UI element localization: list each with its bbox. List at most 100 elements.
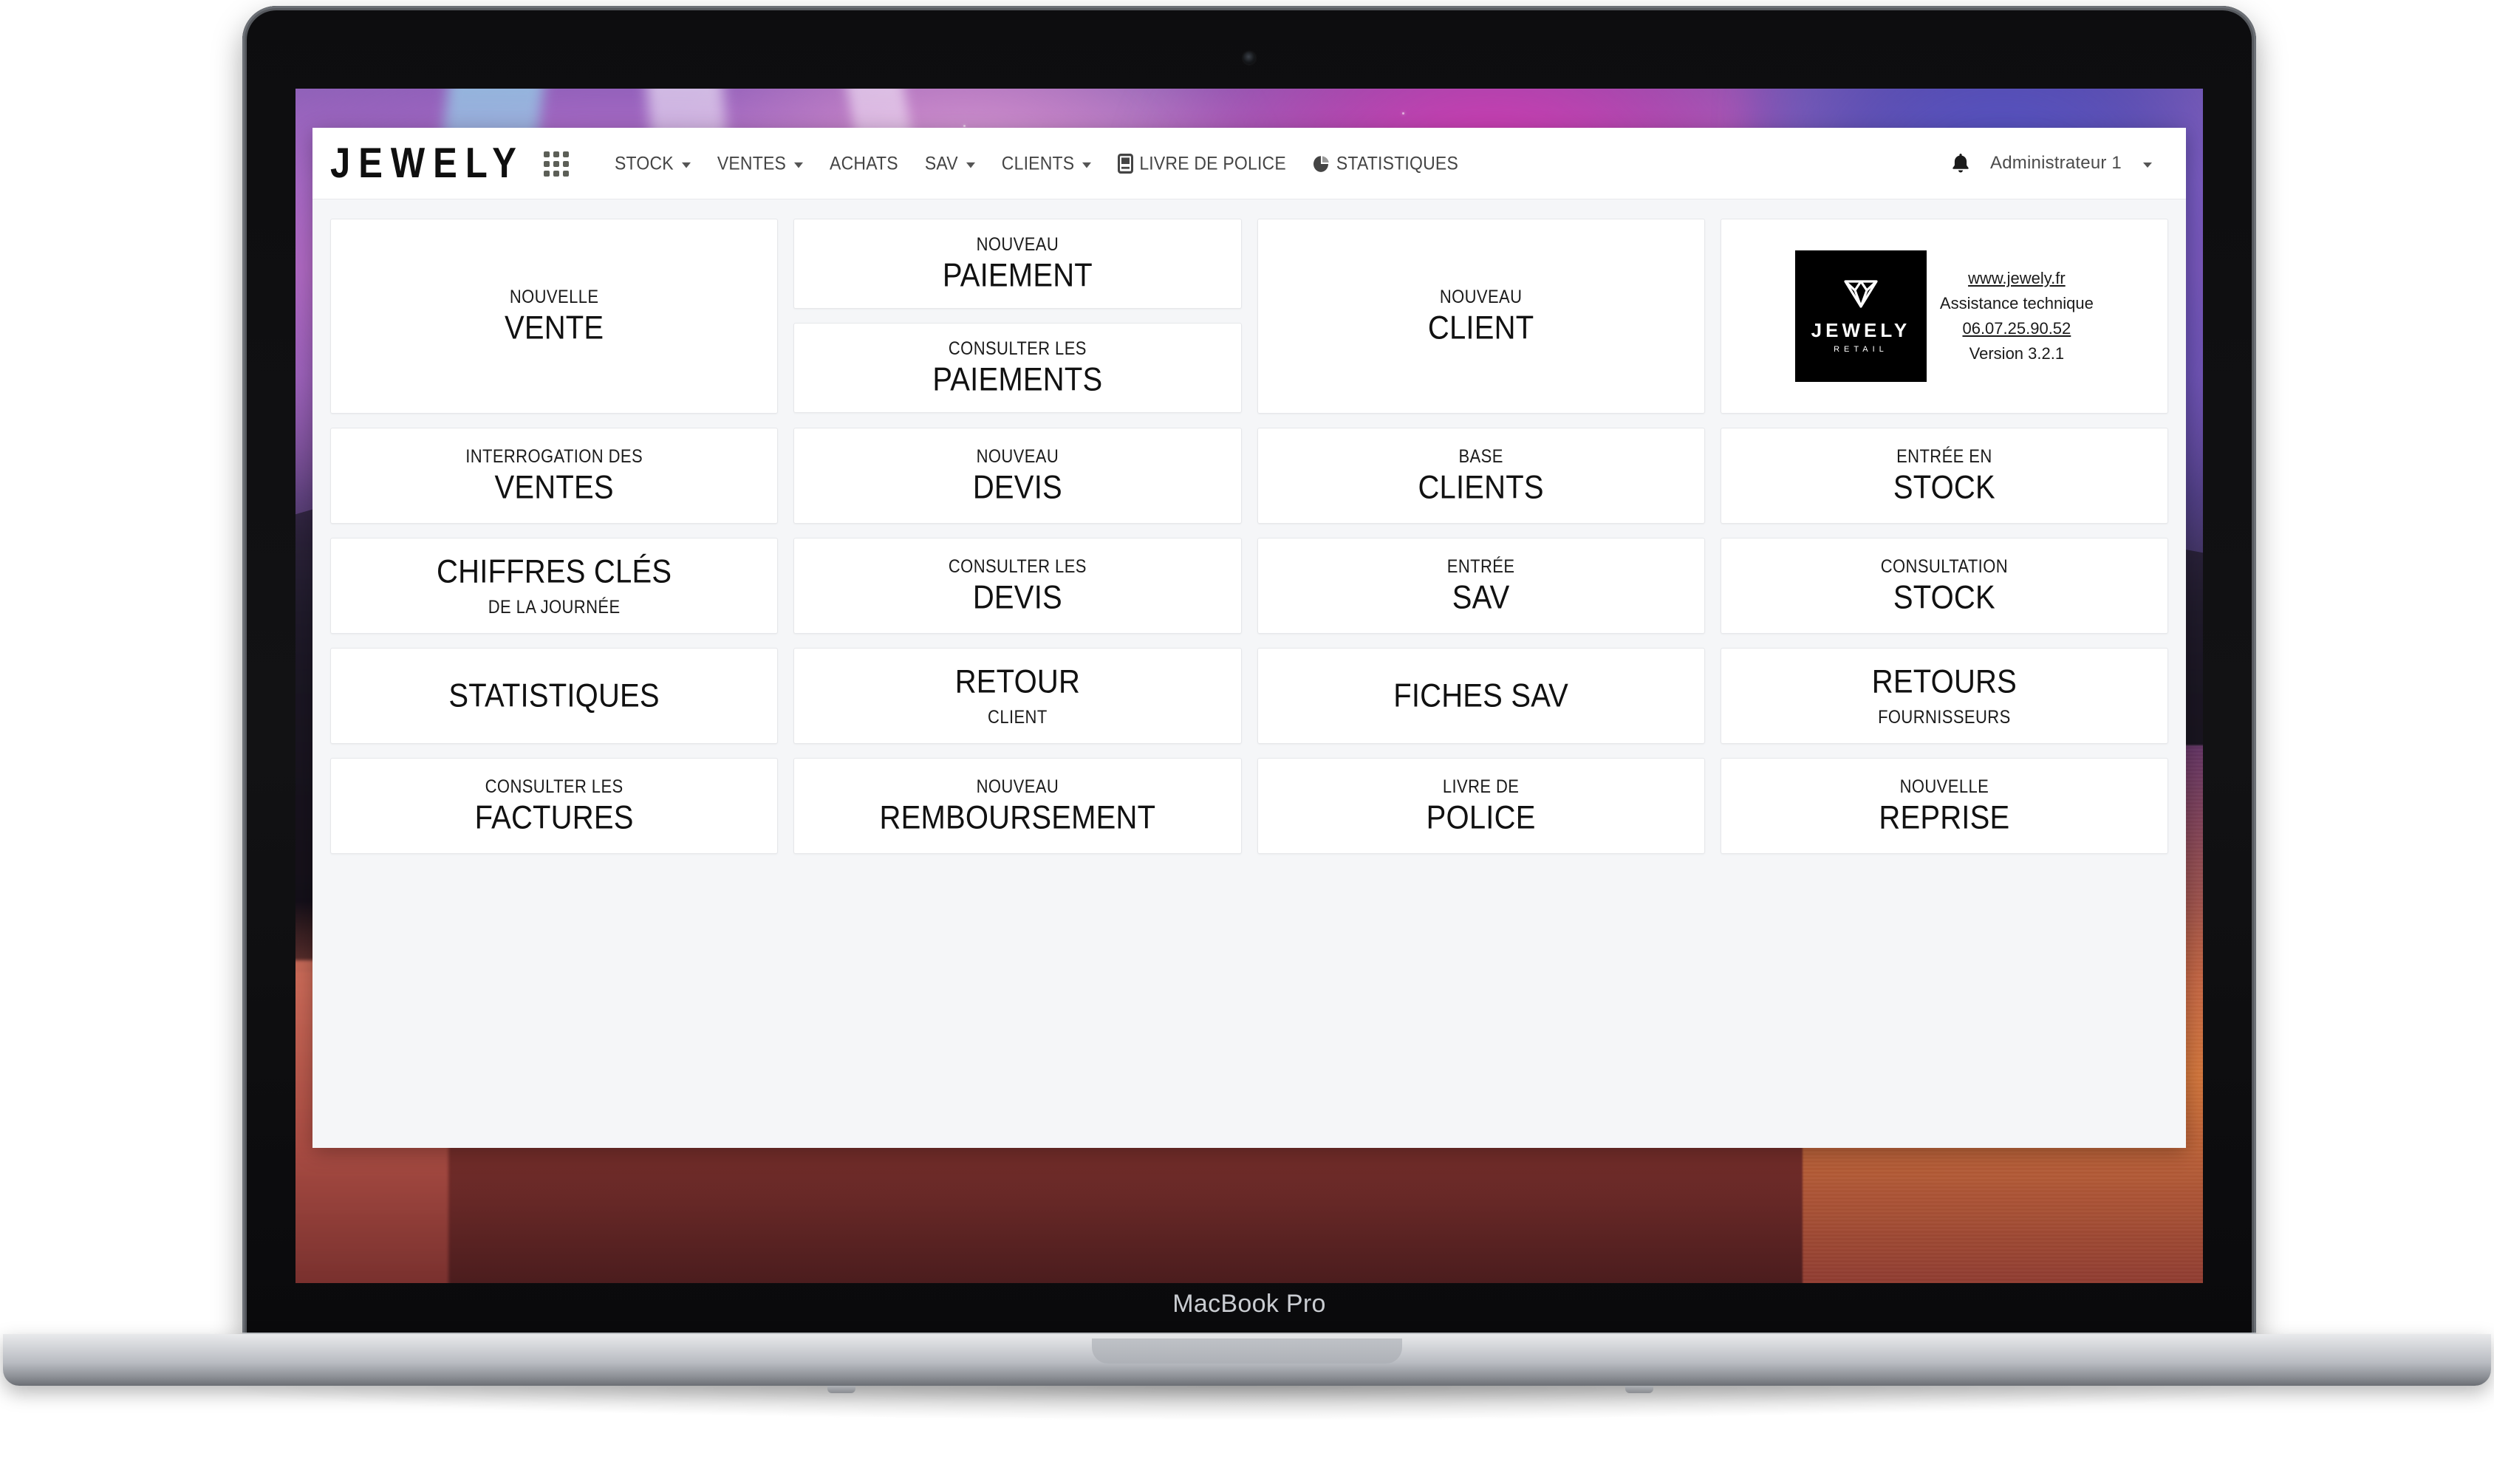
tile-livre-de-police[interactable]: LIVRE DE POLICE (1257, 758, 1705, 854)
tile-entree-sav[interactable]: ENTRÉE SAV (1257, 538, 1705, 634)
tile-title: DEVIS (972, 469, 1062, 506)
website-link[interactable]: www.jewely.fr (1940, 266, 2094, 291)
apps-grid-icon[interactable] (543, 151, 569, 177)
tile-consulter-paiements[interactable]: CONSULTER LES PAIEMENTS (793, 323, 1242, 413)
tile-subtitle: NOUVEAU (976, 233, 1059, 255)
tile-title: VENTE (504, 310, 604, 346)
tile-subtitle: ENTRÉE EN (1896, 445, 1992, 467)
tile-stack-paiements: NOUVEAU PAIEMENT CONSULTER LES PAIEMENTS (793, 219, 1242, 414)
app-navbar: JEWELY STOCK VENTES ACHATS SAV CLIENTS L… (312, 128, 2186, 199)
tile-nouvelle-reprise[interactable]: NOUVELLE REPRISE (1720, 758, 2168, 854)
tile-statistiques[interactable]: STATISTIQUES (330, 648, 779, 744)
tile-title: STOCK (1893, 579, 1995, 616)
tile-subtitle: INTERROGATION DES (465, 445, 643, 467)
tile-title: SAV (1452, 579, 1510, 616)
tile-consultation-stock[interactable]: CONSULTATION STOCK (1720, 538, 2168, 634)
jewely-retail-logo: JEWELY RETAIL (1794, 250, 1927, 382)
nav-item-ventes[interactable]: VENTES (704, 145, 816, 182)
tile-subtitle: CONSULTER LES (485, 776, 624, 797)
tile-title: RETOURS (1871, 663, 2017, 700)
tile-title: CLIENTS (1418, 469, 1544, 506)
tile-title: POLICE (1426, 799, 1536, 836)
tile-consulter-devis[interactable]: CONSULTER LES DEVIS (793, 538, 1242, 634)
nav-item-stock[interactable]: STOCK (601, 145, 704, 182)
tile-base-clients[interactable]: BASE CLIENTS (1257, 428, 1705, 524)
tile-title: RETOUR (954, 663, 1081, 700)
tile-subtitle: LIVRE DE (1442, 776, 1520, 797)
nav-item-achats[interactable]: ACHATS (816, 145, 912, 182)
laptop-screen: JEWELY STOCK VENTES ACHATS SAV CLIENTS L… (295, 89, 2203, 1283)
tile-subtitle: ENTRÉE (1446, 555, 1515, 577)
nav-item-label: CLIENTS (1001, 152, 1075, 174)
tile-retour-client[interactable]: RETOUR CLIENT (793, 648, 1242, 744)
tile-subtitle: NOUVELLE (1899, 776, 1989, 797)
pie-chart-icon (1313, 154, 1330, 173)
tile-subtitle: CONSULTER LES (948, 555, 1087, 577)
nav-right: Administrateur 1 (1950, 152, 2156, 174)
tile-entree-en-stock[interactable]: ENTRÉE EN STOCK (1720, 428, 2168, 524)
tile-title: CHIFFRES CLÉS (437, 553, 672, 590)
tile-title: STATISTIQUES (448, 677, 660, 714)
tile-subtitle: FOURNISSEURS (1878, 706, 2011, 728)
logo-subtitle: RETAIL (1834, 345, 1888, 354)
tile-interrogation-ventes[interactable]: INTERROGATION DES VENTES (330, 428, 779, 524)
chevron-down-icon (794, 162, 804, 168)
info-card: JEWELY RETAIL www.jewely.fr Assistance t… (1720, 219, 2168, 414)
tile-nouveau-remboursement[interactable]: NOUVEAU REMBOURSEMENT (793, 758, 1242, 854)
brand-logo[interactable]: JEWELY (330, 141, 525, 185)
chevron-down-icon (681, 162, 691, 168)
tile-title: FICHES SAV (1393, 677, 1569, 714)
tile-retours-fournisseurs[interactable]: RETOURS FOURNISSEURS (1720, 648, 2168, 744)
tile-title: PAIEMENTS (932, 361, 1103, 398)
book-icon (1118, 153, 1134, 174)
tile-fiches-sav[interactable]: FICHES SAV (1257, 648, 1705, 744)
bell-icon[interactable] (1950, 152, 1971, 174)
tile-title: CLIENT (1427, 310, 1534, 346)
tile-nouveau-paiement[interactable]: NOUVEAU PAIEMENT (793, 219, 1242, 309)
tile-nouvelle-vente[interactable]: NOUVELLE VENTE (330, 219, 779, 414)
logo-wordmark: JEWELY (1811, 319, 1911, 341)
camera-icon (1243, 52, 1256, 64)
support-phone-link[interactable]: 06.07.25.90.52 (1940, 316, 2094, 341)
tile-chiffres-cles[interactable]: CHIFFRES CLÉS DE LA JOURNÉE (330, 538, 779, 634)
nav-item-label: VENTES (717, 152, 787, 174)
tile-consulter-factures[interactable]: CONSULTER LES FACTURES (330, 758, 779, 854)
chevron-down-icon[interactable] (2143, 162, 2152, 168)
tile-title: VENTES (494, 469, 614, 506)
tile-subtitle: NOUVEAU (976, 776, 1059, 797)
chevron-down-icon (966, 162, 975, 168)
laptop-floor-shadow (222, 1386, 2275, 1420)
laptop-base-notch (1092, 1338, 1402, 1364)
nav-items: STOCK VENTES ACHATS SAV CLIENTS LIVRE DE… (601, 146, 1950, 181)
tile-title: DEVIS (972, 579, 1062, 616)
nav-item-sav[interactable]: SAV (912, 145, 988, 182)
tile-nouveau-client[interactable]: NOUVEAU CLIENT (1257, 219, 1705, 414)
version-label: Version 3.2.1 (1969, 344, 2065, 363)
tile-subtitle: CONSULTATION (1880, 555, 2008, 577)
jewely-app-window: JEWELY STOCK VENTES ACHATS SAV CLIENTS L… (312, 128, 2186, 1148)
tile-subtitle: BASE (1458, 445, 1503, 467)
tile-subtitle: CONSULTER LES (948, 338, 1087, 359)
nav-item-label: LIVRE DE POLICE (1139, 152, 1286, 174)
tile-subtitle: CLIENT (988, 706, 1048, 728)
user-menu-label[interactable]: Administrateur 1 (1990, 153, 2122, 174)
nav-item-livre-de-police[interactable]: LIVRE DE POLICE (1104, 145, 1299, 182)
tile-title: REPRISE (1879, 799, 2010, 836)
tile-subtitle: NOUVEAU (976, 445, 1059, 467)
chevron-down-icon (1082, 162, 1092, 168)
device-model-label: MacBook Pro (1172, 1290, 1326, 1318)
laptop-lid: MacBook Pro JEWELY STOCK VENTES ACHATS S… (242, 6, 2256, 1339)
info-card-text: www.jewely.fr Assistance technique 06.07… (1940, 266, 2094, 366)
tile-subtitle: NOUVEAU (1439, 286, 1523, 307)
tile-title: FACTURES (474, 799, 634, 836)
tile-title: REMBOURSEMENT (879, 799, 1156, 836)
nav-item-clients[interactable]: CLIENTS (988, 145, 1105, 182)
support-label: Assistance technique (1939, 293, 2094, 312)
nav-item-label: STOCK (614, 152, 674, 174)
dashboard-content: NOUVELLE VENTE NOUVEAU PAIEMENT CONSULTE… (312, 199, 2186, 854)
tile-title: STOCK (1893, 469, 1995, 506)
nav-item-statistiques[interactable]: STATISTIQUES (1299, 145, 1472, 182)
tile-subtitle: NOUVELLE (509, 286, 599, 307)
nav-item-label: STATISTIQUES (1336, 152, 1459, 174)
tile-nouveau-devis[interactable]: NOUVEAU DEVIS (793, 428, 1242, 524)
